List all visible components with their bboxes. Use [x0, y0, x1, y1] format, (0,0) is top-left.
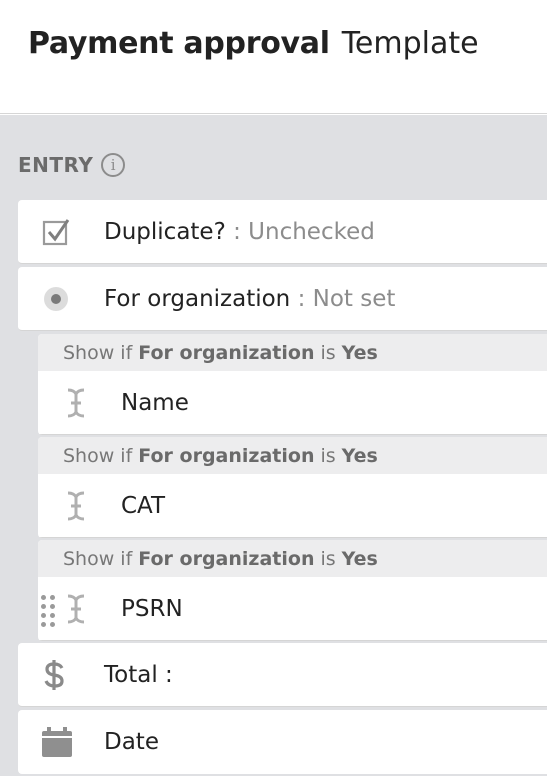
condition-value: Yes — [341, 547, 378, 570]
field-row-duplicate[interactable]: Duplicate? : Unchecked — [18, 200, 547, 264]
conditional-field-psrn[interactable]: Show if For organization is Yes PSRN — [38, 540, 547, 641]
field-label: CAT — [121, 492, 166, 519]
dollar-icon — [42, 659, 82, 691]
field-separator: : — [225, 218, 249, 245]
field-value: Unchecked — [248, 218, 375, 245]
field-row-date[interactable]: Date — [18, 710, 547, 774]
drag-handle-icon[interactable] — [41, 595, 56, 627]
field-label: Date — [104, 729, 159, 755]
condition-prefix: Show if — [63, 444, 133, 467]
field-label: PSRN — [121, 595, 183, 622]
field-value: Not set — [312, 285, 396, 312]
condition-prefix: Show if — [63, 341, 133, 364]
page-header: Payment approval Template — [0, 0, 547, 114]
condition-field: For organization — [138, 444, 315, 467]
field-label: Duplicate? — [104, 218, 226, 245]
conditional-field-body[interactable]: PSRN — [38, 577, 547, 641]
text-field-icon — [63, 387, 93, 419]
radio-icon — [42, 285, 82, 313]
entry-panel: ENTRY i Duplicate? : Unchecked For organ… — [0, 115, 547, 776]
field-label: For organization — [104, 285, 291, 312]
condition-line: Show if For organization is Yes — [38, 437, 547, 474]
text-field-icon — [63, 490, 93, 522]
conditional-field-cat[interactable]: Show if For organization is Yes CAT — [38, 437, 547, 538]
field-separator: : — [290, 285, 313, 312]
field-label: Name — [121, 389, 189, 416]
section-title: ENTRY — [18, 153, 94, 177]
condition-prefix: Show if — [63, 547, 133, 570]
conditional-field-body[interactable]: CAT — [38, 474, 547, 538]
checkbox-checked-icon — [42, 218, 82, 246]
condition-op: is — [320, 341, 336, 364]
condition-field: For organization — [138, 547, 315, 570]
condition-line: Show if For organization is Yes — [38, 334, 547, 371]
calendar-icon — [42, 727, 82, 757]
condition-op: is — [320, 444, 336, 467]
field-row-total[interactable]: Total : — [18, 643, 547, 707]
page-title: Payment approval — [28, 26, 330, 61]
info-icon[interactable]: i — [101, 153, 126, 177]
conditional-field-name[interactable]: Show if For organization is Yes Name — [38, 334, 547, 435]
field-label: Total : — [104, 661, 173, 688]
condition-value: Yes — [341, 444, 378, 467]
condition-field: For organization — [138, 341, 315, 364]
condition-op: is — [320, 547, 336, 570]
text-field-icon — [63, 593, 93, 625]
condition-line: Show if For organization is Yes — [38, 540, 547, 577]
conditional-field-body[interactable]: Name — [38, 371, 547, 435]
section-header: ENTRY i — [18, 153, 126, 177]
field-row-for-organization[interactable]: For organization : Not set — [18, 267, 547, 331]
condition-value: Yes — [341, 341, 378, 364]
page-subtitle: Template — [341, 26, 479, 61]
